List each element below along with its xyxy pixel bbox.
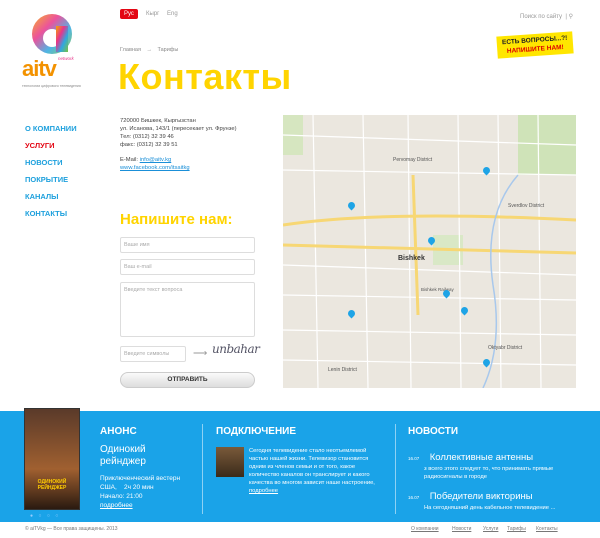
news-item[interactable]: 16.07 Коллективные антенны з всего этого… <box>408 447 588 481</box>
nav-contacts[interactable]: КОНТАКТЫ <box>25 209 77 218</box>
lang-ru[interactable]: Рус <box>120 9 138 19</box>
logo[interactable]: aitv network технологии цифрового телеви… <box>22 8 82 100</box>
film-start: Начало: 21:00 <box>100 493 143 500</box>
email-link[interactable]: info@aitv.kg <box>140 157 172 163</box>
lang-ky[interactable]: Кырг <box>142 9 163 19</box>
divider <box>395 424 396 514</box>
address-line2: ул. Исанова, 143/1 (пересекает ул. Фрунз… <box>120 126 237 132</box>
logo-text: aitv <box>22 56 57 81</box>
film-poster[interactable]: ОДИНОКИЙ РЕЙНДЖЕР <box>24 408 80 510</box>
search-icon: | ⚲ <box>563 14 574 20</box>
web-link[interactable]: www.facebook.com/itsaitkg <box>120 164 237 172</box>
poster-title: ОДИНОКИЙ РЕЙНДЖЕР <box>37 479 67 491</box>
map-label-sverdlov: Sverdlov District <box>508 203 545 209</box>
nav-about[interactable]: О КОМПАНИИ <box>25 124 77 133</box>
news-text: На сегодняшний день кабельное телевидени… <box>424 505 556 511</box>
logo-tag: network <box>58 56 74 61</box>
news-date: 16.07 <box>408 456 420 461</box>
captcha-image: unbahar <box>212 342 260 356</box>
page-title: Контакты <box>118 56 292 97</box>
breadcrumb: Главная → Тарифы <box>120 47 182 53</box>
footer-link-about[interactable]: О компании <box>411 526 439 532</box>
film-title[interactable]: Одинокий рейнджер <box>100 444 190 468</box>
footer-link-tariffs[interactable]: Тарифы <box>507 526 526 532</box>
map-label-city: Bishkek <box>398 255 425 262</box>
nav-news[interactable]: НОВОСТИ <box>25 158 77 167</box>
connect-title: ПОДКЛЮЧЕНИЕ <box>216 426 297 437</box>
nav-channels[interactable]: КАНАЛЫ <box>25 192 77 201</box>
news-headline[interactable]: Победители викторины <box>430 491 533 502</box>
news-item[interactable]: 16.07 Победители викторины На сегодняшни… <box>408 486 588 512</box>
film-info: Приключенческий вестерн США, 2ч 20 мин Н… <box>100 474 180 510</box>
film-country: США, <box>100 484 117 491</box>
news-title: НОВОСТИ <box>408 426 459 437</box>
breadcrumb-home[interactable]: Главная <box>120 47 141 53</box>
news-headline[interactable]: Коллективные антенны <box>430 452 533 463</box>
map-label-lenin: Lenin District <box>328 367 357 373</box>
captcha-field[interactable]: Введите символы <box>120 346 186 362</box>
connect-body: Сегодня телевидение стало неотъемлемой ч… <box>249 448 375 486</box>
name-field[interactable]: Ваше имя <box>120 237 255 253</box>
footer-link-contacts[interactable]: Контакты <box>536 526 558 532</box>
address-fax: факс: (0312) 32 39 51 <box>120 142 178 148</box>
news-text: з всего этого следует то, что принимать … <box>424 466 554 480</box>
arrow-right-icon: ⟶ <box>193 348 208 359</box>
film-duration: 2ч 20 мин <box>124 484 154 491</box>
contact-address: 720000 Бишкек, Кыргызстан ул. Исанова, 1… <box>120 117 237 172</box>
main-nav: О КОМПАНИИ УСЛУГИ НОВОСТИ ПОКРЫТИЕ КАНАЛ… <box>25 124 77 226</box>
site-search[interactable]: Поиск по сайту | ⚲ <box>520 13 573 20</box>
map-label-oktyabr: Oktyabr District <box>488 345 523 351</box>
carousel-dots[interactable]: ● ○ ○ ○ <box>30 513 60 519</box>
question-field[interactable]: Введите текст вопроса <box>120 282 255 337</box>
email-field[interactable]: Ваш e-mail <box>120 259 255 275</box>
breadcrumb-current[interactable]: Тарифы <box>158 47 179 53</box>
connect-text: Сегодня телевидение стало неотъемлемой ч… <box>249 447 379 495</box>
copyright: © aiTVkg — Все права защищены. 2013 <box>25 526 118 532</box>
footer-link-news[interactable]: Новости <box>452 526 471 532</box>
connect-more-link[interactable]: подробнее <box>249 488 278 494</box>
film-genre: Приключенческий вестерн <box>100 475 181 482</box>
form-title: Напишите нам: <box>120 211 233 228</box>
nav-coverage[interactable]: ПОКРЫТИЕ <box>25 175 77 184</box>
footer-link-services[interactable]: Услуги <box>483 526 498 532</box>
map[interactable]: Bishkek Oktyabr District Pervomay Distri… <box>283 115 576 388</box>
connect-image <box>216 447 244 477</box>
submit-button[interactable]: ОТПРАВИТЬ <box>120 372 255 388</box>
search-label: Поиск по сайту <box>520 14 563 20</box>
news-date: 16.07 <box>408 495 420 500</box>
divider <box>202 424 203 514</box>
film-more-link[interactable]: подробнее <box>100 501 180 510</box>
anons-title: АНОНС <box>100 426 137 437</box>
breadcrumb-separator: → <box>146 47 152 53</box>
address-phone: Тел: (0312) 32 39 46 <box>120 134 174 140</box>
nav-services[interactable]: УСЛУГИ <box>25 141 77 150</box>
lang-en[interactable]: Eng <box>163 9 182 19</box>
address-line1: 720000 Бишкек, Кыргызстан <box>120 118 196 124</box>
email-label: E-Mail: <box>120 157 139 163</box>
map-label-pervomay: Pervomay District <box>393 157 433 163</box>
logo-tagline: технологии цифрового телевидения <box>22 84 81 88</box>
ask-banner[interactable]: ЕСТЬ ВОПРОСЫ...?! НАПИШИТЕ НАМ! <box>496 31 574 59</box>
